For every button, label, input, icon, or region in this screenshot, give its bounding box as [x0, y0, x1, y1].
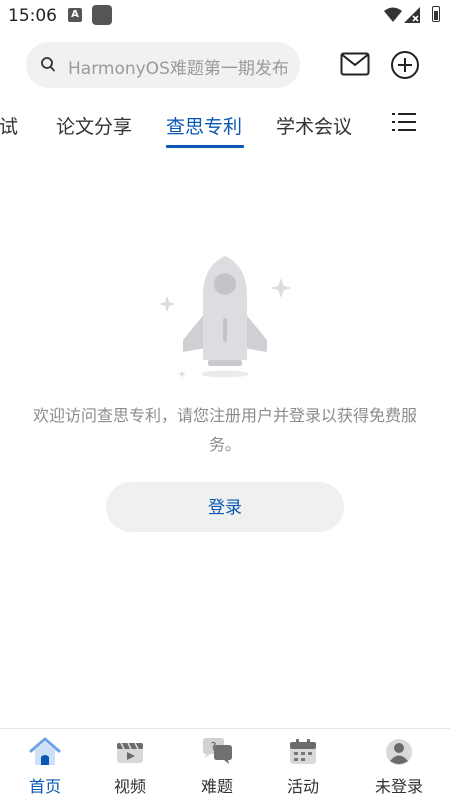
bottom-navigation: 首页 视频 ? 难题 活动 未登录: [0, 728, 450, 801]
search-bar[interactable]: HarmonyOS难题第一期发布: [26, 42, 300, 88]
nav-problems[interactable]: ? 难题: [172, 729, 262, 801]
calendar-icon: [290, 739, 316, 764]
home-icon: [29, 737, 61, 765]
signal-icon: [404, 7, 420, 23]
tab-patent[interactable]: 查思专利: [166, 112, 242, 139]
tab-paper-share[interactable]: 论文分享: [56, 112, 132, 139]
active-tab-indicator: [166, 145, 244, 148]
category-tabs: 试 论文分享 查思专利 学术会议: [0, 104, 450, 152]
tab-conference[interactable]: 学术会议: [276, 112, 352, 139]
notification-app-icon: [92, 5, 112, 25]
rocket-icon: [159, 256, 291, 378]
battery-icon: [432, 6, 440, 22]
search-icon: [41, 57, 55, 72]
status-time: 15:06: [8, 6, 57, 26]
nav-video[interactable]: 视频: [85, 729, 175, 801]
tab-partial[interactable]: 试: [0, 112, 18, 139]
plus-circle-icon[interactable]: [390, 50, 420, 80]
menu-icon[interactable]: [392, 112, 416, 132]
user-icon: [386, 739, 412, 765]
status-bar: 15:06 A: [0, 0, 450, 32]
nav-home[interactable]: 首页: [0, 729, 90, 801]
nav-problems-label: 难题: [200, 777, 233, 796]
nav-video-label: 视频: [113, 777, 146, 796]
notification-a-icon: A: [68, 8, 82, 22]
nav-account[interactable]: 未登录: [354, 729, 444, 801]
video-icon: [117, 742, 143, 763]
welcome-message: 欢迎访问查思专利，请您注册用户并登录以获得免费服务。: [32, 406, 417, 454]
search-input[interactable]: HarmonyOS难题第一期发布: [68, 54, 298, 79]
login-button[interactable]: 登录: [106, 482, 344, 532]
svg-text:?: ?: [211, 740, 217, 753]
nav-events-label: 活动: [286, 777, 319, 796]
mail-icon[interactable]: [340, 52, 370, 76]
question-chat-icon: ?: [203, 738, 232, 764]
nav-account-label: 未登录: [374, 777, 423, 796]
nav-events[interactable]: 活动: [258, 729, 348, 801]
wifi-icon: [384, 7, 402, 22]
nav-home-label: 首页: [28, 777, 61, 796]
